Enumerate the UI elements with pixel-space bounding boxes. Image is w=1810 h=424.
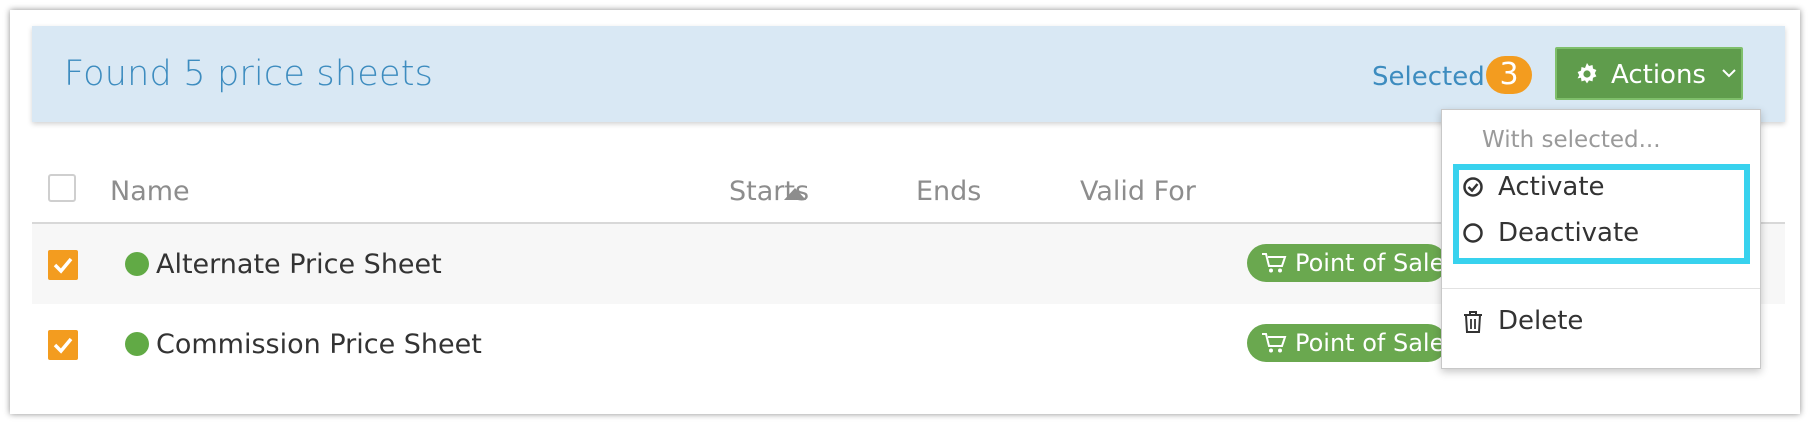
select-all-checkbox[interactable] [48,174,76,202]
actions-button[interactable]: Actions [1555,47,1743,100]
menu-divider [1442,288,1760,289]
checkmark-icon [53,337,73,354]
valid-for-label: Point of Sale [1295,249,1445,277]
actions-button-label: Actions [1611,60,1706,90]
row-checkbox[interactable] [48,250,78,280]
valid-for-label: Point of Sale [1295,329,1445,357]
price-sheet-name[interactable]: Alternate Price Sheet [156,249,442,280]
price-sheets-panel: Found 5 price sheets Selected 3 Actions … [10,10,1800,414]
valid-for-badge: Point of Sale [1247,324,1447,362]
chevron-down-icon [1722,69,1736,78]
valid-for-badge: Point of Sale [1247,244,1447,282]
price-sheet-name[interactable]: Commission Price Sheet [156,329,482,360]
trash-icon [1464,311,1482,333]
status-active-indicator [125,252,149,276]
highlight-box [1453,164,1750,264]
selected-label: Selected [1372,62,1485,92]
checkmark-icon [53,257,73,274]
results-header: Found 5 price sheets Selected 3 Actions [32,26,1785,122]
cart-icon [1262,253,1287,273]
column-header-starts[interactable]: Starts [729,176,809,207]
actions-dropdown-menu: With selected... Activate Deactivate Del… [1441,109,1761,369]
status-active-indicator [125,332,149,356]
column-header-ends[interactable]: Ends [916,176,981,207]
results-count-title: Found 5 price sheets [64,54,434,94]
column-header-name[interactable]: Name [110,176,190,207]
menu-item-delete[interactable]: Delete [1462,302,1742,342]
menu-item-label: Delete [1498,306,1584,336]
gear-icon [1577,63,1597,84]
dropdown-header: With selected... [1482,127,1661,153]
cart-icon [1262,333,1287,353]
row-checkbox[interactable] [48,330,78,360]
column-header-valid-for[interactable]: Valid For [1080,176,1196,207]
selected-count-badge: 3 [1486,56,1532,94]
